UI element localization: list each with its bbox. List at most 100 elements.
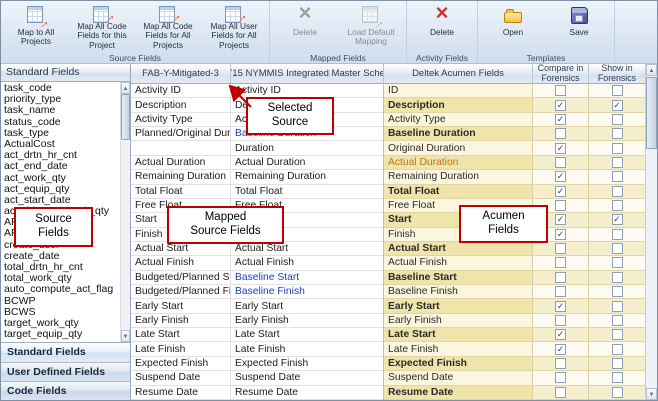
mapped-cell-source1[interactable]: Activity Type <box>131 113 231 126</box>
mapped-cell-source2[interactable]: Suspend Date <box>231 371 383 384</box>
show-checkbox[interactable] <box>612 200 623 211</box>
compare-checkbox[interactable]: ✓ <box>555 114 566 125</box>
compare-checkbox[interactable]: ✓ <box>555 229 566 240</box>
compare-checkbox[interactable]: ✓ <box>555 214 566 225</box>
show-checkbox[interactable]: ✓ <box>612 214 623 225</box>
mapped-cell-source1[interactable]: Late Start <box>131 328 231 341</box>
mapped-cell-source2[interactable]: Duration <box>231 141 383 154</box>
compare-checkbox[interactable]: ✓ <box>555 329 566 340</box>
source-field-item[interactable]: ActualCost <box>1 139 120 150</box>
user-defined-fields-button[interactable]: User Defined Fields <box>1 362 130 381</box>
vertical-scrollbar[interactable] <box>645 64 657 400</box>
show-checkbox[interactable] <box>612 272 623 283</box>
map-all-user-fields-for-all-projects-button[interactable]: Map All User Fields for All Projects <box>201 2 267 52</box>
compare-checkbox[interactable] <box>555 157 566 168</box>
scroll-up-icon[interactable] <box>646 64 657 76</box>
mapped-cell-source1[interactable]: Total Float <box>131 185 231 198</box>
source-field-item[interactable]: act_end_date <box>1 161 120 172</box>
source-field-item[interactable]: priority_type <box>1 94 120 105</box>
show-checkbox[interactable] <box>612 329 623 340</box>
source-field-item[interactable]: status_code <box>1 117 120 128</box>
mapped-cell-source1[interactable]: Activity ID <box>131 84 231 97</box>
mapped-cell-source2[interactable]: Activity ID <box>231 84 383 97</box>
show-checkbox[interactable] <box>612 114 623 125</box>
mapped-cell-source2[interactable]: Actual Duration <box>231 156 383 169</box>
compare-checkbox[interactable] <box>555 315 566 326</box>
compare-checkbox[interactable] <box>555 387 566 398</box>
source-field-item[interactable]: create_date <box>1 251 120 262</box>
show-checkbox[interactable] <box>612 257 623 268</box>
mapped-cell-source1[interactable]: Early Start <box>131 299 231 312</box>
delete-button[interactable]: Delete <box>409 2 475 52</box>
source-field-item[interactable]: BCWS <box>1 307 120 318</box>
mapped-cell-source1[interactable]: Actual Finish <box>131 256 231 269</box>
mapped-cell-source1[interactable]: Budgeted/Planned Start <box>131 271 231 284</box>
scroll-down-icon[interactable] <box>121 330 130 342</box>
mapped-cell-source2[interactable]: Total Float <box>231 185 383 198</box>
mapped-cell-source1[interactable]: Remaining Duration <box>131 170 231 183</box>
compare-checkbox[interactable]: ✓ <box>555 301 566 312</box>
source-list-scrollbar[interactable] <box>120 82 130 342</box>
compare-checkbox[interactable] <box>555 200 566 211</box>
map-all-code-fields-for-all-projects-button[interactable]: Map All Code Fields for All Projects <box>135 2 201 52</box>
show-checkbox[interactable] <box>612 344 623 355</box>
mapped-cell-source2[interactable]: Resume Date <box>231 386 383 399</box>
scroll-down-icon[interactable] <box>646 388 657 400</box>
compare-checkbox[interactable]: ✓ <box>555 171 566 182</box>
mapped-cell-source2[interactable]: Remaining Duration <box>231 170 383 183</box>
show-checkbox[interactable] <box>612 128 623 139</box>
show-checkbox[interactable] <box>612 372 623 383</box>
compare-checkbox[interactable] <box>555 243 566 254</box>
compare-checkbox[interactable]: ✓ <box>555 143 566 154</box>
show-checkbox[interactable] <box>612 229 623 240</box>
mapped-cell-source1[interactable]: Description <box>131 98 231 111</box>
mapped-cell-source1[interactable]: Late Finish <box>131 342 231 355</box>
mapped-cell-source2[interactable]: Expected Finish <box>231 357 383 370</box>
mapped-cell-source1[interactable]: Budgeted/Planned Finish <box>131 285 231 298</box>
source-field-item[interactable]: act_start_date <box>1 195 120 206</box>
show-checkbox[interactable] <box>612 157 623 168</box>
map-to-all-projects-button[interactable]: Map to All Projects <box>3 2 69 52</box>
show-checkbox[interactable] <box>612 358 623 369</box>
source-field-item[interactable]: act_work_qty <box>1 173 120 184</box>
show-checkbox[interactable] <box>612 315 623 326</box>
mapped-cell-source2[interactable]: Late Start <box>231 328 383 341</box>
standard-fields-button[interactable]: Standard Fields <box>1 343 130 362</box>
compare-checkbox[interactable] <box>555 372 566 383</box>
compare-checkbox[interactable]: ✓ <box>555 344 566 355</box>
load-default-mapping-button[interactable]: Load Default Mapping <box>338 2 404 52</box>
show-checkbox[interactable] <box>612 301 623 312</box>
delete-button[interactable]: Delete <box>272 2 338 52</box>
show-checkbox[interactable] <box>612 286 623 297</box>
compare-checkbox[interactable] <box>555 358 566 369</box>
mapped-cell-source2[interactable]: Baseline Finish <box>231 285 383 298</box>
mapped-cell-source1[interactable]: Early Finish <box>131 314 231 327</box>
compare-checkbox[interactable] <box>555 85 566 96</box>
source-field-item[interactable]: auto_compute_act_flag <box>1 284 120 295</box>
source-field-item[interactable]: task_name <box>1 105 120 116</box>
save-button[interactable]: Save <box>546 2 612 52</box>
mapped-cell-source1[interactable]: Resume Date <box>131 386 231 399</box>
source-field-item[interactable]: act_equip_qty <box>1 184 120 195</box>
compare-checkbox[interactable] <box>555 272 566 283</box>
show-checkbox[interactable] <box>612 171 623 182</box>
mapped-cell-source2[interactable]: Early Start <box>231 299 383 312</box>
compare-checkbox[interactable]: ✓ <box>555 100 566 111</box>
scroll-up-icon[interactable] <box>121 82 130 94</box>
mapped-cell-source1[interactable]: Actual Duration <box>131 156 231 169</box>
show-checkbox[interactable] <box>612 143 623 154</box>
show-checkbox[interactable] <box>612 243 623 254</box>
compare-checkbox[interactable] <box>555 128 566 139</box>
source-field-item[interactable]: target_equip_qty <box>1 329 120 340</box>
mapped-cell-source1[interactable]: Planned/Original Duration <box>131 127 231 140</box>
mapped-cell-source2[interactable]: Baseline Start <box>231 271 383 284</box>
source-field-item[interactable]: task_code <box>1 83 120 94</box>
mapped-cell-source2[interactable]: Late Finish <box>231 342 383 355</box>
mapped-cell-source1[interactable]: Expected Finish <box>131 357 231 370</box>
source-field-item[interactable]: task_type <box>1 128 120 139</box>
open-button[interactable]: Open <box>480 2 546 52</box>
source-field-item[interactable]: target_work_qty <box>1 318 120 329</box>
mapped-cell-source2[interactable]: Early Finish <box>231 314 383 327</box>
source-field-item[interactable]: act_drtn_hr_cnt <box>1 150 120 161</box>
show-checkbox[interactable] <box>612 186 623 197</box>
